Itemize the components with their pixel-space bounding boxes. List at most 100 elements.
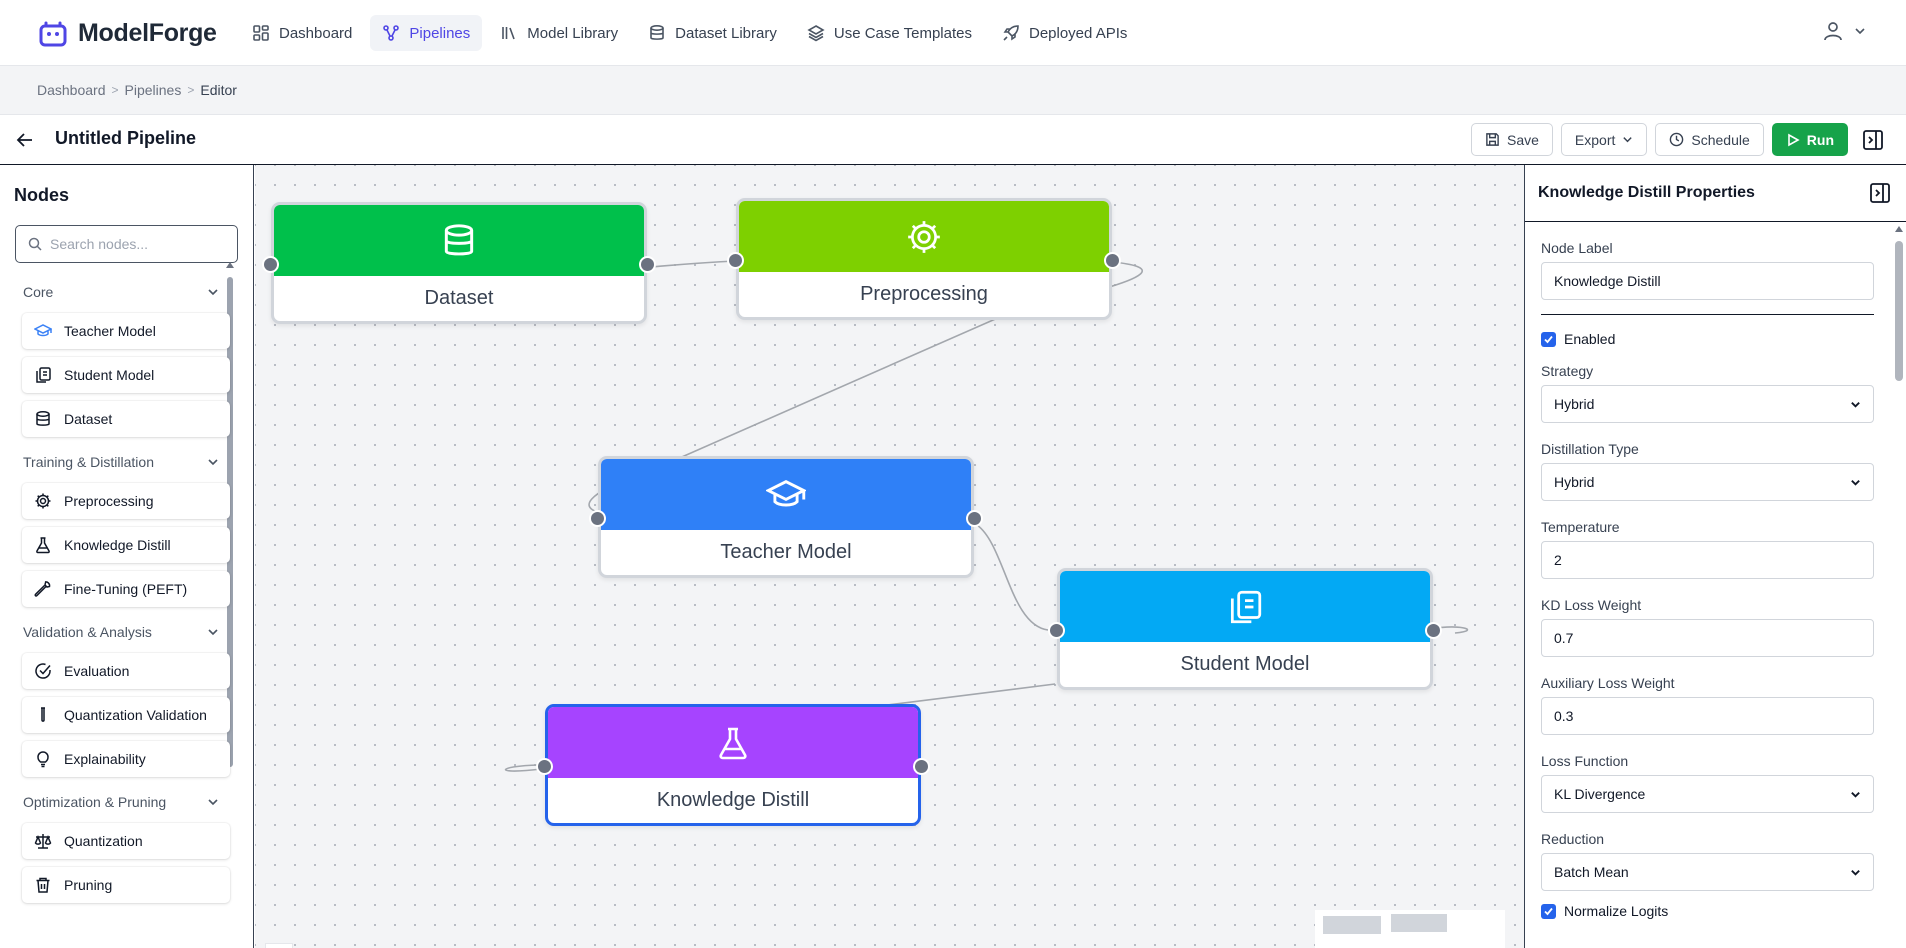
item-label: Preprocessing (64, 493, 154, 509)
section-optimization-pruning[interactable]: Optimization & Pruning (15, 785, 227, 819)
palette-item-pruning[interactable]: Pruning (22, 867, 230, 903)
search-icon (28, 237, 42, 251)
aux-loss-weight-input[interactable]: 0.3 (1541, 697, 1874, 735)
minimap[interactable] (1315, 910, 1505, 948)
item-label: Pruning (64, 877, 113, 893)
section-training-distillation[interactable]: Training & Distillation (15, 445, 227, 479)
nav-deployed-apis[interactable]: Deployed APIs (990, 15, 1139, 51)
palette-item-teacher-model[interactable]: Teacher Model (22, 313, 230, 349)
properties-header: Knowledge Distill Properties (1525, 165, 1906, 222)
output-port[interactable] (1104, 252, 1121, 269)
input-port[interactable] (1048, 622, 1065, 639)
output-port[interactable] (639, 256, 656, 273)
panel-right-icon[interactable] (1869, 182, 1891, 204)
aux-loss-weight-label: Auxiliary Loss Weight (1541, 675, 1675, 691)
input-port[interactable] (262, 256, 279, 273)
arrow-left-icon[interactable] (14, 129, 36, 151)
nav-dashboard[interactable]: Dashboard (240, 15, 364, 51)
loss-function-label: Loss Function (1541, 753, 1629, 769)
main-nav: Dashboard Pipelines Model Library Datase… (240, 15, 1139, 51)
breadcrumb-dashboard[interactable]: Dashboard (37, 82, 106, 98)
nav-dataset-library[interactable]: Dataset Library (636, 15, 789, 51)
palette-item-quantization-validation[interactable]: Quantization Validation (22, 697, 230, 733)
schedule-button[interactable]: Schedule (1655, 123, 1764, 156)
flask-icon (719, 727, 747, 759)
lightbulb-icon (34, 750, 52, 768)
editor-toolbar: Untitled Pipeline Save Export Schedule R… (0, 115, 1906, 165)
breadcrumb-pipelines[interactable]: Pipelines (125, 82, 182, 98)
palette-item-evaluation[interactable]: Evaluation (22, 653, 230, 689)
loss-function-select[interactable]: KL Divergence (1541, 775, 1874, 813)
input-port[interactable] (589, 510, 606, 527)
edge-dataset-preprocessing[interactable] (649, 260, 736, 268)
toggle-panel-button[interactable] (1856, 123, 1890, 156)
node-label: Knowledge Distill (656, 789, 810, 811)
bot-logo-icon (39, 21, 67, 47)
temperature-input[interactable]: 2 (1541, 541, 1874, 579)
palette-item-preprocessing[interactable]: Preprocessing (22, 483, 230, 519)
palette-item-fine-tuning[interactable]: Fine-Tuning (PEFT) (22, 571, 230, 607)
top-navigation-bar: ModelForge Dashboard Pipelines Model Lib… (0, 0, 1906, 66)
nav-pipelines[interactable]: Pipelines (370, 15, 483, 51)
test-tube-icon (34, 706, 52, 724)
output-port[interactable] (1425, 622, 1442, 639)
palette-item-knowledge-distill[interactable]: Knowledge Distill (22, 527, 230, 563)
pipeline-title[interactable]: Untitled Pipeline (55, 128, 196, 149)
input-value: 0.7 (1554, 630, 1574, 646)
nav-label: Deployed APIs (1028, 24, 1128, 42)
node-dataset[interactable]: Dataset (262, 202, 656, 324)
nav-model-library[interactable]: Model Library (488, 15, 630, 51)
output-port[interactable] (913, 758, 930, 775)
search-input[interactable]: Search nodes... (15, 225, 238, 263)
node-student-model[interactable]: Student Model (1048, 568, 1442, 690)
node-label-label: Node Label (1541, 240, 1613, 256)
database-icon (34, 410, 52, 428)
scroll-up-arrow-icon[interactable] (1895, 226, 1903, 232)
palette-item-dataset[interactable]: Dataset (22, 401, 230, 437)
run-button[interactable]: Run (1771, 123, 1848, 156)
save-button[interactable]: Save (1471, 123, 1553, 156)
app-logo[interactable]: ModelForge (38, 18, 217, 48)
user-menu[interactable] (1822, 20, 1866, 42)
section-label: Validation & Analysis (23, 624, 152, 640)
node-knowledge-distill[interactable]: Knowledge Distill (536, 704, 930, 826)
section-core[interactable]: Core (15, 275, 227, 309)
strategy-select[interactable]: Hybrid (1541, 385, 1874, 423)
input-port[interactable] (727, 252, 744, 269)
section-validation-analysis[interactable]: Validation & Analysis (15, 615, 227, 649)
input-port[interactable] (536, 758, 553, 775)
scroll-up-arrow-icon[interactable] (226, 262, 234, 268)
kd-loss-weight-input[interactable]: 0.7 (1541, 619, 1874, 657)
distillation-type-select[interactable]: Hybrid (1541, 463, 1874, 501)
edge-teacher-student[interactable] (976, 524, 1049, 631)
input-value: Knowledge Distill (1554, 273, 1661, 289)
properties-scrollbar[interactable] (1895, 241, 1903, 381)
node-label-input[interactable]: Knowledge Distill (1541, 262, 1874, 300)
reduction-select[interactable]: Batch Mean (1541, 853, 1874, 891)
gear-icon (34, 492, 52, 510)
sidebar-scrollbar[interactable] (227, 277, 233, 767)
palette-item-explainability[interactable]: Explainability (22, 741, 230, 777)
item-label: Quantization (64, 833, 143, 849)
node-preprocessing[interactable]: Preprocessing (727, 198, 1121, 320)
palette-item-student-model[interactable]: Student Model (22, 357, 230, 393)
nav-use-case-templates[interactable]: Use Case Templates (795, 15, 984, 51)
export-button[interactable]: Export (1560, 123, 1648, 156)
chevron-down-icon (1851, 869, 1860, 876)
pipeline-canvas[interactable]: Dataset Preprocessing Teacher Model Stud… (255, 165, 1524, 948)
output-port[interactable] (966, 510, 983, 527)
run-label: Run (1806, 131, 1834, 148)
zoom-controls[interactable] (265, 943, 293, 948)
node-teacher-model[interactable]: Teacher Model (589, 456, 983, 578)
strategy-label: Strategy (1541, 363, 1594, 379)
chevron-down-icon (1623, 137, 1633, 143)
section-label: Training & Distillation (23, 454, 154, 470)
node-label: Student Model (1180, 653, 1310, 675)
enabled-checkbox[interactable]: Enabled (1541, 331, 1874, 347)
library-icon (502, 27, 516, 40)
normalize-logits-checkbox[interactable]: Normalize Logits (1541, 903, 1874, 919)
palette-item-quantization[interactable]: Quantization (22, 823, 230, 859)
select-value: Hybrid (1554, 474, 1595, 490)
copy-icon (34, 366, 52, 384)
distillation-type-label: Distillation Type (1541, 441, 1639, 457)
